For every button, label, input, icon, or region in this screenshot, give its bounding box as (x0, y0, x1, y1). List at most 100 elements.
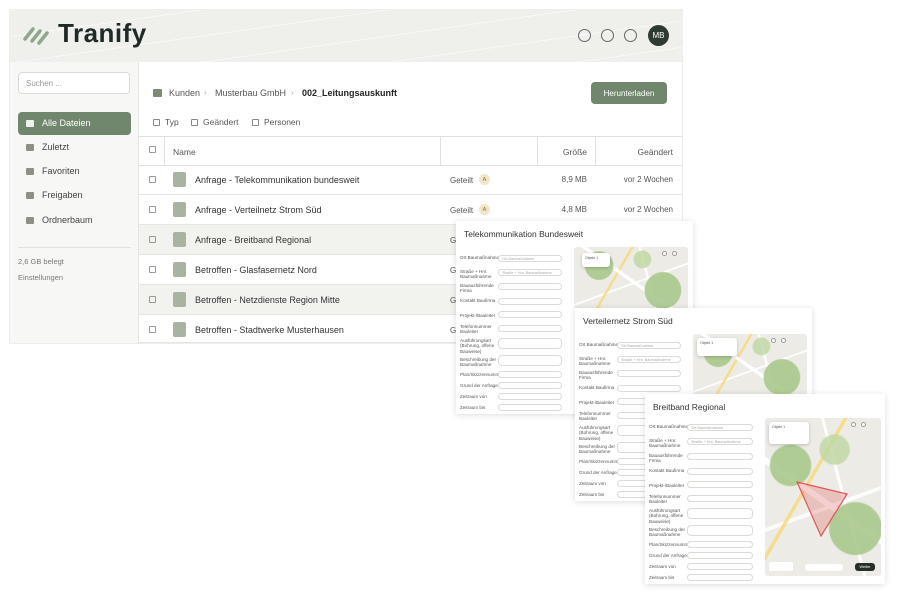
sidebar-item-label: Ordnerbaum (42, 215, 93, 225)
column-divider (595, 136, 596, 165)
map-object-card: Objekt 1 (582, 253, 610, 267)
form-label: Kontakt Baufirma (579, 385, 615, 390)
breadcrumb-musterbau[interactable]: Musterbau GmbH (215, 88, 286, 98)
form-field[interactable]: Straße + Hnr. Baumaßnahme (617, 356, 681, 363)
date-field[interactable] (498, 404, 562, 411)
date-field[interactable] (498, 393, 562, 400)
zoom-out-icon[interactable] (781, 338, 786, 343)
sidebar-item-zuletzt[interactable]: Zuletzt (18, 136, 131, 159)
row-checkbox[interactable] (149, 206, 156, 213)
breadcrumb-kunden[interactable]: Kunden (169, 88, 200, 98)
column-header-changed[interactable]: Geändert (595, 137, 673, 166)
preview-title: Verteilernetz Strom Süd (583, 316, 673, 326)
user-avatar[interactable]: MB (648, 25, 669, 46)
sidebar: Suchen ... Alle Dateien Zuletzt Favorite… (10, 62, 139, 343)
form-field[interactable] (498, 338, 562, 349)
filter-geaendert[interactable]: Geändert (191, 117, 238, 127)
shared-label: Geteilt (450, 176, 474, 185)
form-label: Plan/Skizzennummer (579, 459, 623, 464)
area-polygon[interactable] (765, 418, 881, 576)
notification-icon[interactable] (601, 29, 614, 42)
settings-link[interactable]: Einstellungen (18, 273, 63, 282)
form-field[interactable]: Straße + Hnr. Baumaßnahme (498, 269, 562, 276)
logo-text: Tranify (58, 18, 147, 48)
map-view[interactable]: Objekt 1 (574, 247, 688, 309)
form-field[interactable] (498, 325, 562, 332)
filter-label: Typ (165, 117, 179, 127)
form-field[interactable] (498, 298, 562, 305)
preview-card-breitband[interactable]: Breitband Regional Objekt 1 Weiter Ort B… (645, 394, 885, 584)
form-field[interactable] (498, 283, 562, 290)
file-changed: vor 2 Wochen (623, 175, 673, 184)
map-toolbar[interactable] (805, 564, 843, 571)
form-field[interactable] (617, 370, 681, 377)
file-name: Anfrage - Verteilnetz Strom Süd (195, 205, 322, 215)
select-all-checkbox[interactable] (149, 146, 156, 153)
search-input[interactable]: Suchen ... (18, 72, 130, 94)
row-checkbox[interactable] (149, 296, 156, 303)
form-field[interactable] (617, 385, 681, 392)
map-view[interactable]: Objekt 1 Weiter (765, 418, 881, 576)
filter-typ[interactable]: Typ (153, 117, 179, 127)
settings-icon[interactable] (624, 29, 637, 42)
zoom-in-icon[interactable] (662, 251, 667, 256)
form-field[interactable] (687, 481, 753, 488)
file-icon (173, 292, 186, 307)
sidebar-item-label: Alle Dateien (42, 118, 91, 128)
map-view[interactable]: Objekt 1 (693, 334, 807, 396)
form-label: Ausführungsart (Bohrung, offene Bauweise… (460, 338, 495, 354)
file-icon (173, 202, 186, 217)
file-name: Betroffen - Netzdienste Region Mitte (195, 295, 340, 305)
date-field[interactable] (687, 563, 753, 570)
form-field[interactable] (498, 311, 562, 318)
form-label: Telefonnummer Bauleiter (579, 411, 611, 422)
row-checkbox[interactable] (149, 176, 156, 183)
file-name: Betroffen - Stadtwerke Musterhausen (195, 325, 344, 335)
form-field[interactable] (687, 495, 753, 502)
form-select[interactable] (498, 382, 562, 389)
form-label: Telefonnummer Bauleiter (460, 324, 492, 335)
column-header-name[interactable]: Name (173, 137, 196, 166)
row-checkbox[interactable] (149, 266, 156, 273)
map-next-button[interactable]: Weiter (855, 563, 875, 571)
form-field[interactable] (498, 355, 562, 366)
form-field[interactable]: Ort Baumaßnahme (687, 424, 753, 431)
form-label: Ort Baumaßnahme (649, 424, 689, 429)
zoom-in-icon[interactable] (771, 338, 776, 343)
help-icon[interactable] (578, 29, 591, 42)
folder-icon (26, 120, 34, 127)
form-field[interactable]: Ort Baumaßnahme (617, 342, 681, 349)
form-field[interactable]: Straße + Hnr. Baumaßnahme (687, 438, 753, 445)
sidebar-item-favoriten[interactable]: Favoriten (18, 160, 131, 183)
column-header-size[interactable]: Größe (537, 137, 587, 166)
filter-personen[interactable]: Personen (252, 117, 300, 127)
star-icon (26, 168, 34, 175)
sidebar-item-ordnerbaum[interactable]: Ordnerbaum (18, 209, 131, 232)
form-select[interactable] (687, 552, 753, 559)
form-field[interactable] (687, 541, 753, 548)
row-checkbox[interactable] (149, 326, 156, 333)
file-name: Anfrage - Breitband Regional (195, 235, 312, 245)
form-field[interactable] (687, 468, 753, 475)
form-field[interactable] (687, 453, 753, 460)
row-checkbox[interactable] (149, 236, 156, 243)
table-row[interactable]: Anfrage - Telekommunikation bundesweit G… (139, 165, 682, 195)
form-label: Bauausführende Firma (460, 283, 494, 294)
date-field[interactable] (687, 574, 753, 581)
tree-icon (26, 217, 34, 224)
sidebar-item-alle-dateien[interactable]: Alle Dateien (18, 112, 131, 135)
sidebar-item-freigaben[interactable]: Freigaben (18, 184, 131, 207)
form-field[interactable] (498, 371, 562, 378)
form-label: Ausführungsart (Bohrung, offene Bauweise… (649, 508, 684, 524)
zoom-out-icon[interactable] (672, 251, 677, 256)
form-field[interactable]: Ort Baumaßnahme (498, 255, 562, 262)
preview-title: Telekommunikation Bundesweit (464, 229, 584, 239)
form-field[interactable] (687, 525, 753, 536)
form-label: Kontakt Baufirma (460, 298, 496, 303)
file-icon (173, 262, 186, 277)
form-label: Grund der Anfrage (460, 383, 498, 388)
form-label: Ausführungsart (Bohrung, offene Bauweise… (579, 425, 614, 441)
form-field[interactable] (687, 508, 753, 519)
download-button[interactable]: Herunterladen (591, 82, 667, 104)
map-object-card: Objekt 1 (697, 338, 737, 356)
